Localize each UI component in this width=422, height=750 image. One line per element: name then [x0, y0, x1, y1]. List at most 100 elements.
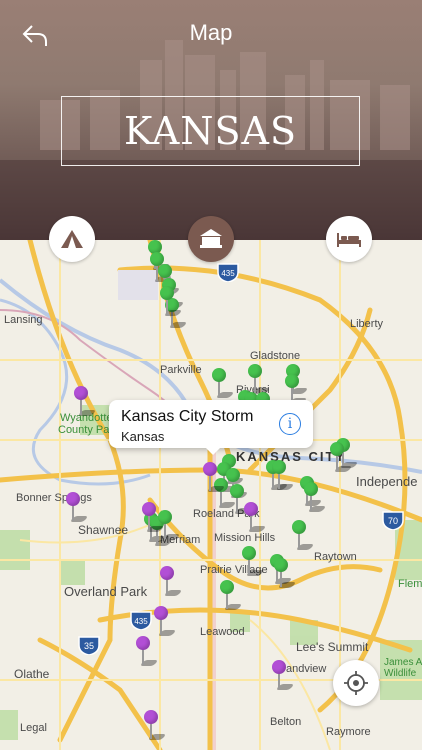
- pin-stick: [72, 505, 74, 521]
- page-title: Map: [189, 20, 233, 45]
- callout-subtitle: Kansas: [121, 429, 165, 444]
- map-pin[interactable]: [230, 484, 253, 514]
- pin-stick: [310, 495, 312, 511]
- pin-head: [272, 460, 286, 474]
- pin-head: [230, 484, 244, 498]
- map-pin[interactable]: [142, 502, 165, 532]
- pin-head: [242, 546, 256, 560]
- svg-text:70: 70: [388, 516, 398, 526]
- map-pin[interactable]: [220, 580, 243, 610]
- pin-stick: [160, 619, 162, 635]
- svg-text:435: 435: [221, 269, 235, 278]
- pin-stick: [278, 473, 280, 489]
- pin-head: [272, 660, 286, 674]
- pin-head: [160, 566, 174, 580]
- pin-head: [144, 710, 158, 724]
- map-pin[interactable]: [212, 368, 235, 398]
- map-pin[interactable]: [160, 286, 183, 316]
- place-label: Leawood: [200, 626, 245, 638]
- pin-stick: [298, 533, 300, 549]
- callout-title: Kansas City Storm: [121, 408, 254, 425]
- place-label: James A: [384, 657, 422, 668]
- pin-head: [212, 368, 226, 382]
- map-pin[interactable]: [154, 606, 177, 636]
- pin-head: [244, 502, 258, 516]
- pin-stick: [226, 593, 228, 609]
- current-location-button[interactable]: [333, 660, 379, 706]
- pin-stick: [148, 515, 150, 531]
- map-pin[interactable]: [272, 460, 295, 490]
- place-label: Wildlife: [384, 668, 417, 679]
- pin-stick: [80, 399, 82, 415]
- map-pin[interactable]: [272, 660, 295, 690]
- map-pin[interactable]: [74, 386, 97, 416]
- crosshair-icon: [344, 671, 368, 695]
- pin-head: [74, 386, 88, 400]
- place-label: Independe: [356, 474, 418, 489]
- place-label: Parkville: [160, 364, 202, 376]
- location-callout[interactable]: Kansas City Storm Kansas i: [109, 400, 313, 455]
- callout-tail: [205, 447, 221, 455]
- place-label: Legal: [20, 722, 47, 734]
- place-label: andview: [286, 663, 327, 675]
- map-pin[interactable]: [144, 710, 167, 740]
- pin-head: [292, 520, 306, 534]
- place-label: Belton: [270, 716, 302, 728]
- svg-text:35: 35: [84, 641, 94, 651]
- pin-stick: [166, 579, 168, 595]
- pin-head: [248, 364, 262, 378]
- map-pin[interactable]: [136, 636, 159, 666]
- map-pin[interactable]: [203, 462, 226, 492]
- pin-stick: [236, 497, 238, 513]
- pin-head: [160, 286, 174, 300]
- map-pin[interactable]: [66, 492, 89, 522]
- state-name-box: KANSAS: [61, 96, 360, 166]
- place-label: Lee's Summit: [296, 640, 369, 654]
- place-label: Lansing: [4, 314, 43, 326]
- pin-stick: [248, 559, 250, 575]
- state-name: KANSAS: [123, 109, 298, 153]
- category-hotels-button[interactable]: [188, 216, 234, 262]
- interstate-shield-435: 435: [130, 610, 152, 631]
- pin-head: [203, 462, 217, 476]
- pin-stick: [278, 673, 280, 689]
- map-pin[interactable]: [274, 558, 297, 588]
- pin-stick: [220, 491, 222, 507]
- pin-stick: [142, 649, 144, 665]
- pin-head: [226, 468, 240, 482]
- pin-stick: [254, 377, 256, 393]
- hotel-icon: [200, 229, 222, 248]
- map-pin[interactable]: [292, 520, 315, 550]
- map-pin[interactable]: [304, 482, 327, 512]
- place-label: Shawnee: [78, 523, 129, 537]
- bed-icon: [337, 233, 361, 247]
- place-label: Raytown: [314, 551, 357, 563]
- pin-head: [158, 510, 172, 524]
- pin-head: [142, 502, 156, 516]
- map-pin[interactable]: [160, 566, 183, 596]
- interstate-shield-435: 435: [217, 262, 239, 283]
- pin-head: [158, 264, 172, 278]
- pin-stick: [150, 723, 152, 739]
- category-lodging-button[interactable]: [326, 216, 372, 262]
- map-pin[interactable]: [242, 546, 265, 576]
- pin-stick: [166, 299, 168, 315]
- place-label: Overland Park: [64, 584, 148, 599]
- interstate-shield-70: 70: [382, 510, 404, 531]
- map-pin[interactable]: [244, 502, 267, 532]
- map-pin[interactable]: [158, 510, 181, 540]
- info-icon: i: [287, 416, 293, 432]
- place-label: Bonner Springs: [16, 492, 92, 504]
- pin-stick: [280, 571, 282, 587]
- place-label: Flemi: [398, 578, 422, 590]
- map-pin[interactable]: [330, 442, 353, 472]
- pin-stick: [218, 381, 220, 397]
- pin-head: [285, 374, 299, 388]
- info-button[interactable]: i: [279, 413, 301, 435]
- category-camping-button[interactable]: [49, 216, 95, 262]
- pin-stick: [164, 523, 166, 539]
- pin-head: [274, 558, 288, 572]
- pin-head: [330, 442, 344, 456]
- pin-head: [304, 482, 318, 496]
- pin-head: [136, 636, 150, 650]
